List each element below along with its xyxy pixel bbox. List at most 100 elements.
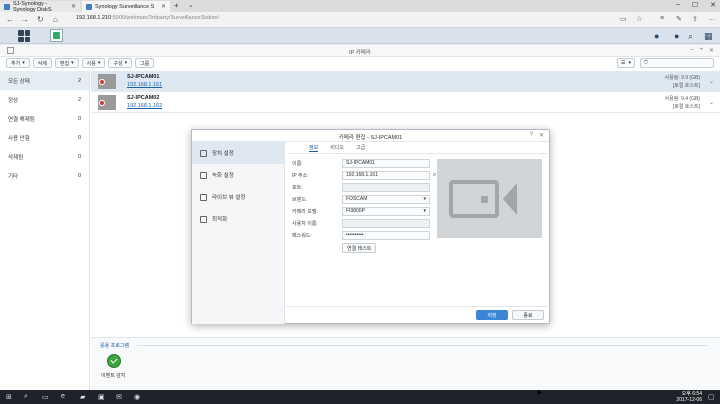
new-tab-icon[interactable]: +	[174, 1, 179, 10]
enable-label: 사용	[86, 60, 96, 67]
system-clock[interactable]: 오후 6:54 2017-12-06	[676, 391, 702, 403]
tab-label: SJ-Synology - Synology DiskS	[13, 0, 52, 13]
task-view-icon[interactable]: ▭	[42, 393, 49, 401]
mail-icon[interactable]: ✉	[116, 393, 122, 401]
tab-advanced[interactable]: 고급	[356, 144, 365, 152]
browser-tab-2[interactable]: Synology Surveillance S ✕	[82, 1, 170, 12]
camera-usage: 사용됨: 9.9 (GB)	[664, 75, 700, 81]
maximize-icon[interactable]: ☐	[692, 1, 698, 9]
sidebar-item-all[interactable]: 모든 상태 2	[0, 71, 89, 90]
close-icon[interactable]: ✕	[709, 47, 714, 54]
close-icon[interactable]: ✕	[539, 132, 544, 139]
widgets-icon[interactable]: ▦	[704, 31, 713, 42]
group-label: 그룹	[140, 60, 150, 67]
ip-field[interactable]: 192.168.1.161	[342, 170, 430, 180]
camera-ip-link[interactable]: 192.168.1.161	[127, 82, 162, 88]
minimize-icon[interactable]: –	[690, 47, 693, 54]
back-icon[interactable]: ←	[6, 15, 14, 24]
connection-test-button[interactable]: 연결 테스트	[342, 243, 377, 253]
sidebar-item-other[interactable]: 기타 0	[0, 166, 89, 185]
filter-icon: ⛉	[644, 60, 648, 66]
dialog-tabs: 정보 비디오 고급	[309, 144, 365, 152]
store-icon[interactable]: ▣	[98, 393, 105, 401]
chevron-down-icon[interactable]: ⌄	[709, 78, 714, 85]
add-button[interactable]: 추가 ▾	[6, 58, 30, 68]
camera-row[interactable]: SJ-IPCAM02 192.168.1.162 사용됨: 9.4 (GB) [로…	[91, 92, 720, 113]
reading-view-icon[interactable]: ▭	[620, 15, 627, 23]
nav-recording-settings[interactable]: 녹화 설정	[192, 164, 284, 186]
chevron-down-icon[interactable]: ⌄	[709, 99, 714, 106]
enable-button[interactable]: 사용 ▾	[81, 58, 106, 68]
chevron-down-icon[interactable]: ⌄	[188, 1, 194, 9]
file-explorer-icon[interactable]: ▰	[80, 393, 85, 401]
camera-preview	[437, 159, 542, 238]
note-icon[interactable]: ✎	[676, 15, 682, 23]
camera-usage: 사용됨: 9.4 (GB)	[664, 96, 700, 102]
save-button[interactable]: 저장	[476, 310, 508, 320]
ip-label: IP 주소:	[292, 172, 309, 179]
sidebar-item-disconnected[interactable]: 연결 해제됨 0	[0, 109, 89, 128]
main-menu-icon[interactable]	[18, 30, 30, 42]
nav-live-view-settings[interactable]: 라이브 뷰 설정	[192, 186, 284, 208]
model-select[interactable]: FI9800P ▾	[342, 206, 430, 216]
camera-ip-link[interactable]: 192.168.1.162	[127, 103, 162, 109]
port-field[interactable]	[342, 182, 430, 192]
sidebar-item-count: 2	[77, 77, 81, 84]
sidebar-item-disabled[interactable]: 사용 안함 0	[0, 128, 89, 147]
chat-icon[interactable]: ●	[654, 31, 659, 41]
address-bar: ← → ↻ ⌂ 192.168.1.210:5000/webman/3rdpar…	[0, 12, 720, 28]
delete-button[interactable]: 삭제	[32, 58, 52, 68]
edge-browser-icon[interactable]: e	[61, 393, 65, 400]
list-view-icon: ☰	[621, 60, 626, 66]
search-icon[interactable]: ⌕	[688, 31, 693, 42]
browser-tab-1[interactable]: SJ-Synology - Synology DiskS ✕	[0, 0, 80, 13]
name-field[interactable]: SJ-IPCAM01	[342, 158, 430, 168]
notification-icon[interactable]: ▢	[708, 393, 715, 401]
config-button[interactable]: 구성 ▾	[108, 58, 133, 68]
tab-info[interactable]: 정보	[309, 144, 319, 152]
sidebar-item-deleted[interactable]: 삭제됨 0	[0, 147, 89, 166]
more-icon[interactable]: …	[708, 15, 715, 22]
view-mode-button[interactable]: ☰ ▾	[617, 58, 635, 68]
nav-optimization[interactable]: 최적화	[192, 208, 284, 230]
edit-label: 편집	[59, 60, 70, 67]
minimize-icon[interactable]: –	[676, 1, 680, 9]
edit-button[interactable]: 편집 ▾	[54, 58, 79, 68]
toolbar: 추가 ▾ 삭제 편집 ▾ 사용 ▾ 구성 ▾ 그룹	[6, 58, 155, 68]
favicon-icon	[4, 3, 10, 10]
camera-row[interactable]: SJ-IPCAM01 192.168.1.161 사용됨: 9.9 (GB) [로…	[91, 71, 720, 92]
filter-search-input[interactable]: ⛉	[640, 58, 714, 68]
refresh-icon[interactable]: ↻	[37, 15, 44, 24]
close-button[interactable]: 종료	[512, 310, 544, 320]
group-button[interactable]: 그룹	[135, 58, 155, 68]
app-icon	[7, 47, 14, 54]
share-icon[interactable]: ⇪	[692, 15, 698, 23]
help-icon[interactable]: ?	[530, 132, 533, 139]
close-tab-icon[interactable]: ✕	[161, 3, 166, 10]
hub-icon[interactable]: ≡	[660, 15, 664, 22]
search-icon[interactable]: ⌕	[433, 172, 436, 179]
username-field[interactable]	[342, 218, 430, 228]
maximize-icon[interactable]: +	[699, 47, 703, 54]
app-icon[interactable]: ◉	[134, 393, 140, 401]
favorite-star-icon[interactable]: ☆	[636, 15, 642, 23]
home-icon[interactable]: ⌂	[53, 15, 58, 24]
event-detection-icon[interactable]	[107, 354, 121, 368]
tab-video[interactable]: 비디오	[330, 144, 344, 152]
sidebar-item-label: 기타	[8, 173, 19, 180]
close-tab-icon[interactable]: ✕	[71, 3, 76, 10]
brand-select[interactable]: FOSCAM ▾	[342, 194, 430, 204]
search-icon[interactable]: ⌕	[24, 393, 28, 401]
user-icon[interactable]: ●	[674, 31, 679, 41]
close-window-icon[interactable]: ✕	[710, 1, 716, 9]
windows-start-icon[interactable]: ⊞	[6, 393, 12, 401]
forward-icon[interactable]: →	[21, 15, 29, 24]
sidebar-item-normal[interactable]: 정상 2	[0, 90, 89, 109]
nav-device-settings[interactable]: 장치 설정	[192, 142, 284, 164]
applications-title: 응용 프로그램	[100, 343, 129, 349]
dialog-titlebar: 카메라 편집 - SJ-IPCAM01 ? ✕	[192, 130, 549, 142]
url-field[interactable]: 192.168.1.210:5000/webman/3rdparty/Surve…	[76, 15, 219, 21]
camera-thumbnail	[98, 74, 116, 89]
password-field[interactable]: ••••••••••	[342, 230, 430, 240]
surveillance-app-icon[interactable]	[50, 29, 63, 42]
